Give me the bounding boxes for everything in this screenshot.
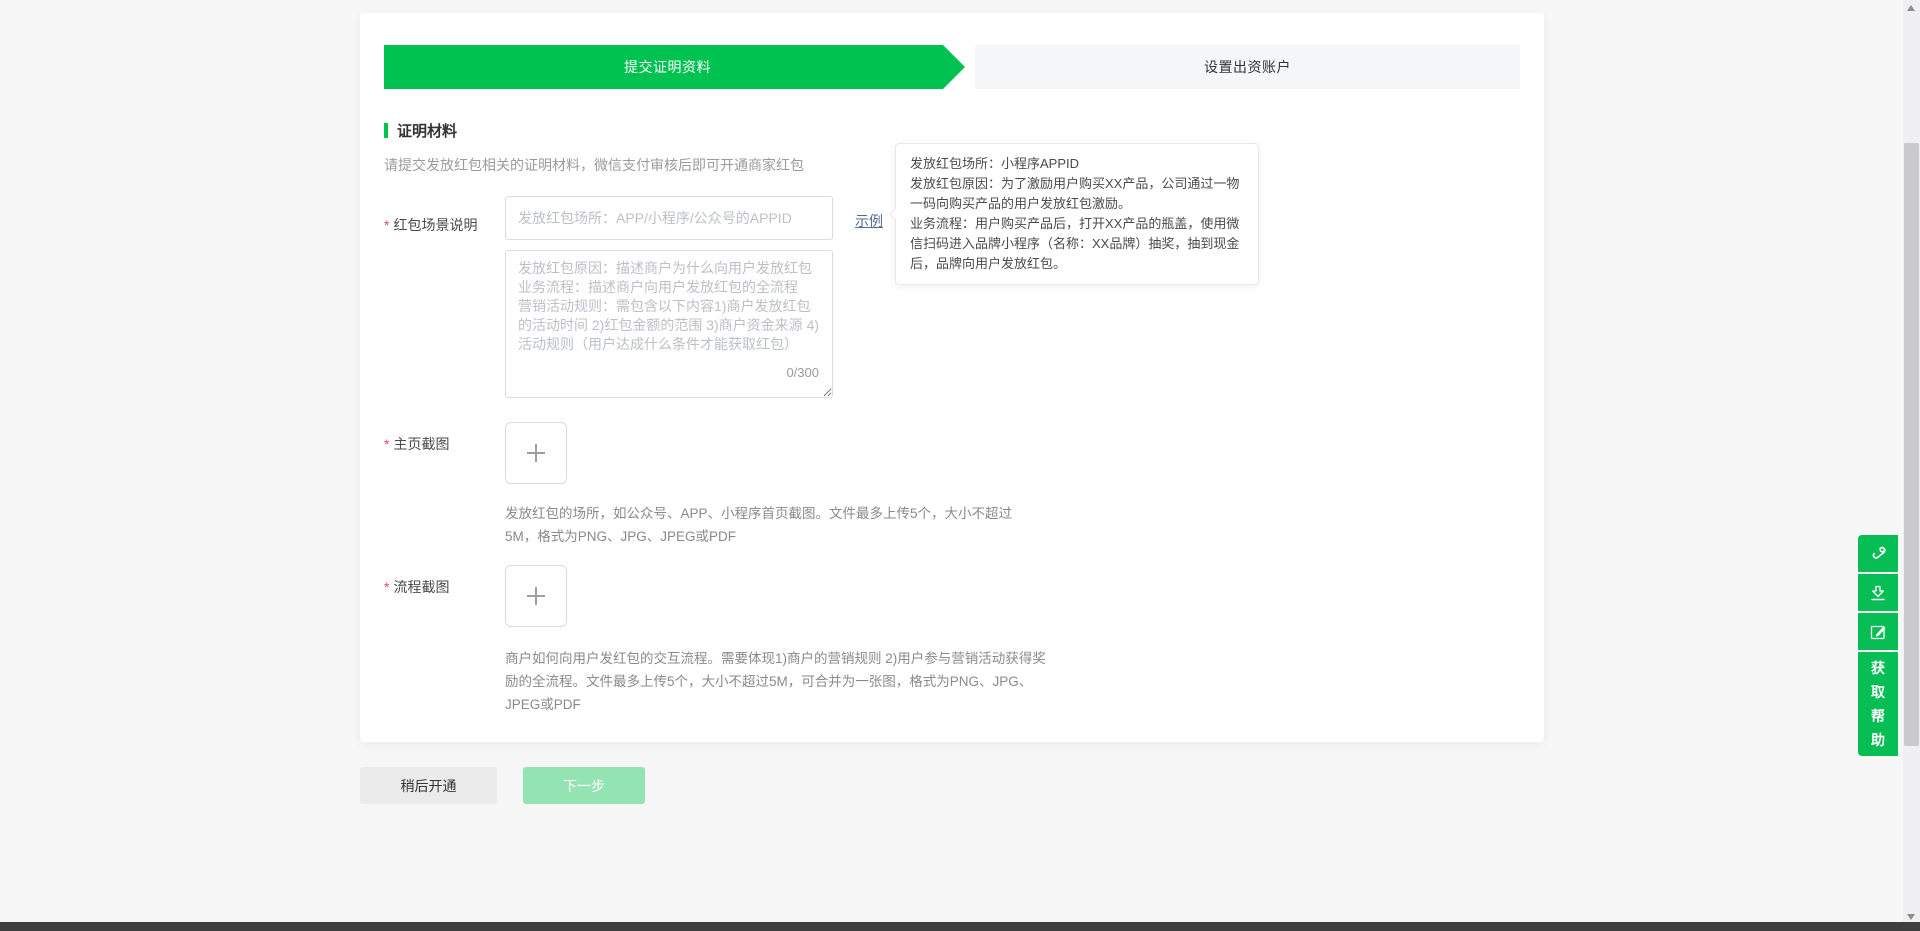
field-label-flow-screenshot: *流程截图: [384, 577, 449, 597]
flow-screenshot-upload-button[interactable]: [505, 565, 567, 627]
download-icon: [1868, 583, 1888, 603]
scene-description-field: 0/300: [505, 250, 833, 398]
get-help-label: 获取帮助: [1871, 656, 1885, 752]
step-set-funding-account: 设置出资账户: [975, 45, 1520, 89]
side-toolbar: 获取帮助: [1858, 535, 1898, 756]
homepage-screenshot-helper-text: 发放红包的场所，如公众号、APP、小程序首页截图。文件最多上传5个，大小不超过5…: [505, 502, 1042, 548]
feedback-button[interactable]: [1858, 613, 1898, 650]
required-asterisk: *: [384, 579, 389, 595]
scene-description-textarea[interactable]: [505, 250, 833, 398]
required-asterisk: *: [384, 217, 389, 233]
taskbar-strip: [0, 922, 1920, 931]
next-step-button[interactable]: 下一步: [523, 767, 645, 804]
scrollbar-up-arrow-icon[interactable]: [1907, 5, 1915, 11]
example-link[interactable]: 示例: [855, 211, 883, 231]
tooltip-line: 业务流程：用户购买产品后，打开XX产品的瓶盖，使用微信扫码进入品牌小程序（名称：…: [910, 214, 1244, 274]
example-tooltip: 发放红包场所：小程序APPID 发放红包原因：为了激励用户购买XX产品，公司通过…: [895, 143, 1259, 285]
open-later-button[interactable]: 稍后开通: [360, 767, 497, 804]
tooltip-line: 发放红包场所：小程序APPID: [910, 154, 1244, 174]
field-label-homepage-screenshot: *主页截图: [384, 434, 449, 454]
field-label-scene: *红包场景说明: [384, 215, 477, 235]
section-description: 请提交发放红包相关的证明材料，微信支付审核后即可开通商家红包: [384, 155, 804, 175]
section-title-text: 证明材料: [397, 120, 457, 141]
step-label: 设置出资账户: [1204, 57, 1291, 77]
section-title: 证明材料: [384, 120, 457, 141]
edit-icon: [1868, 622, 1888, 642]
link-button[interactable]: [1858, 535, 1898, 572]
homepage-screenshot-upload-button[interactable]: [505, 422, 567, 484]
required-asterisk: *: [384, 436, 389, 452]
scrollbar-thumb[interactable]: [1904, 143, 1919, 746]
tooltip-line: 发放红包原因：为了激励用户购买XX产品，公司通过一物一码向购买产品的用户发放红包…: [910, 174, 1244, 214]
download-button[interactable]: [1858, 574, 1898, 611]
flow-screenshot-helper-text: 商户如何向用户发红包的交互流程。需要体现1)商户的营销规则 2)用户参与营销活动…: [505, 647, 1049, 716]
plus-icon: [527, 587, 545, 605]
link-icon: [1868, 544, 1888, 564]
page: 提交证明资料 设置出资账户 证明材料 请提交发放红包相关的证明材料，微信支付审核…: [0, 0, 1920, 931]
scene-appid-input[interactable]: [505, 196, 833, 240]
step-bar: 提交证明资料 设置出资账户: [384, 45, 1520, 89]
step-label: 提交证明资料: [624, 57, 711, 77]
section-title-accent-bar: [384, 123, 388, 138]
plus-icon: [527, 444, 545, 462]
scrollbar-down-arrow-icon[interactable]: [1907, 914, 1915, 920]
vertical-scrollbar[interactable]: [1903, 0, 1920, 931]
step-submit-materials: 提交证明资料: [384, 45, 965, 89]
get-help-button[interactable]: 获取帮助: [1858, 652, 1898, 756]
content-card: 提交证明资料 设置出资账户 证明材料 请提交发放红包相关的证明材料，微信支付审核…: [360, 13, 1544, 742]
